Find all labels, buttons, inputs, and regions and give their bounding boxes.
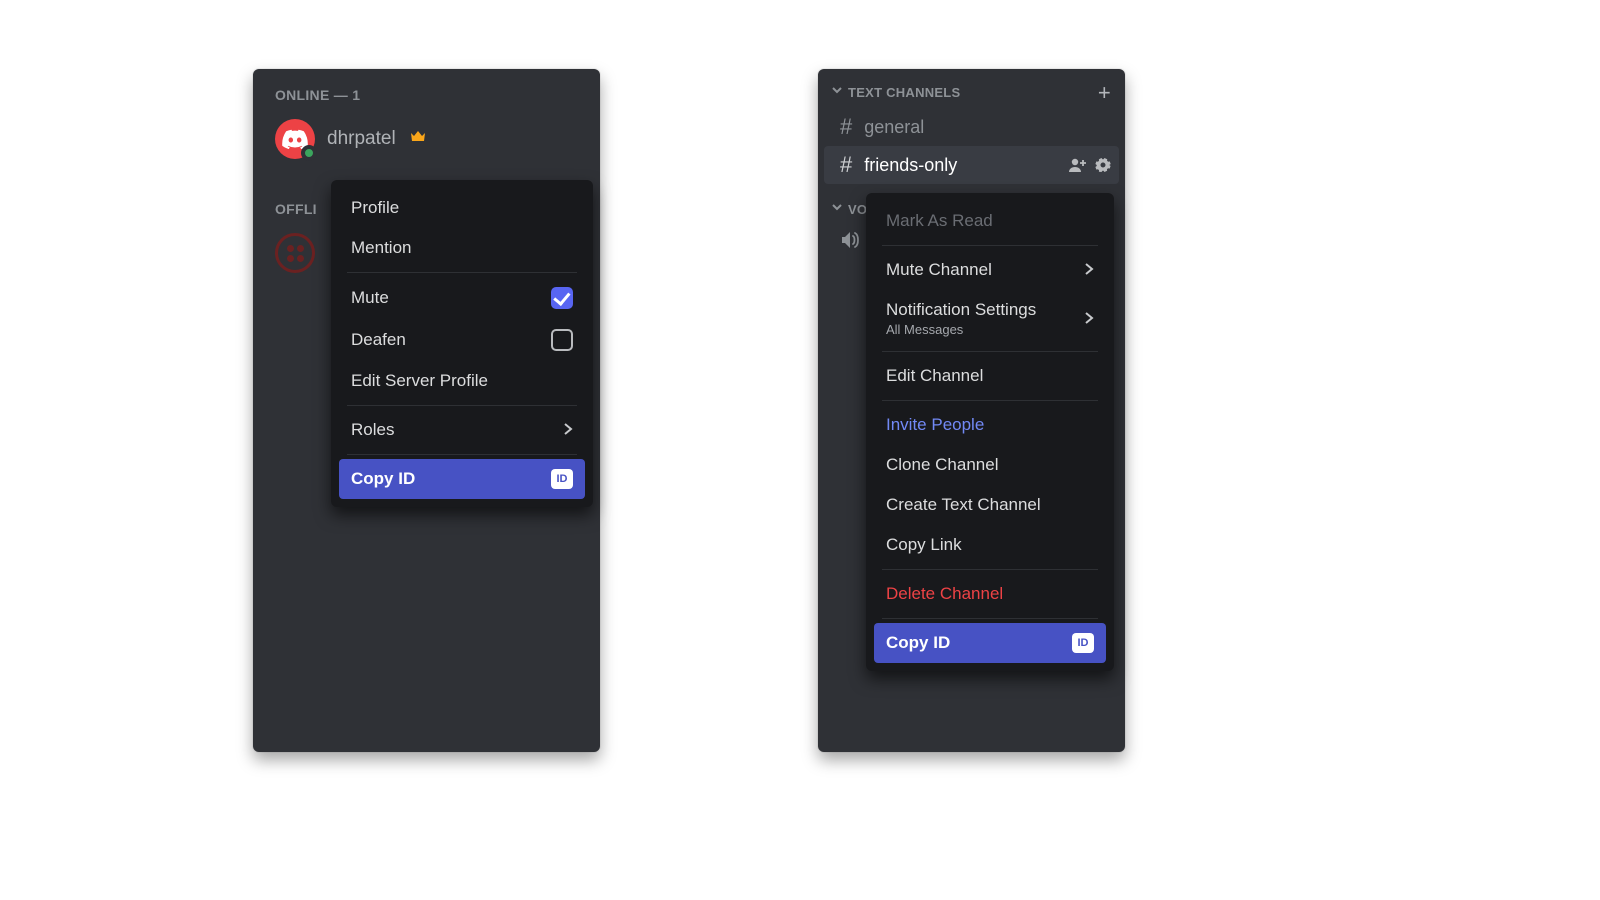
menu-edit-server-profile-label: Edit Server Profile (351, 371, 488, 391)
menu-copy-id-label: Copy ID (351, 469, 415, 489)
menu-copy-id-label: Copy ID (886, 633, 950, 653)
menu-notification-settings[interactable]: Notification Settings All Messages (874, 290, 1106, 347)
online-section-header: ONLINE — 1 (253, 87, 600, 113)
menu-profile-label: Profile (351, 198, 399, 218)
menu-separator (347, 405, 577, 406)
menu-mute[interactable]: Mute (339, 277, 585, 319)
user-context-menu: Profile Mention Mute Deafen Edit Server … (331, 180, 593, 507)
channel-friends-only[interactable]: # friends-only (824, 146, 1119, 184)
server-owner-crown-icon (410, 130, 426, 149)
chevron-down-icon (832, 204, 842, 215)
menu-invite-people-label: Invite People (886, 415, 984, 435)
create-channel-plus-icon[interactable]: + (1098, 86, 1111, 100)
chevron-right-icon (1084, 311, 1094, 327)
menu-separator (882, 400, 1098, 401)
channel-context-menu: Mark As Read Mute Channel Notification S… (866, 193, 1114, 671)
menu-invite-people[interactable]: Invite People (874, 405, 1106, 445)
online-status-icon (301, 145, 317, 161)
menu-roles[interactable]: Roles (339, 410, 585, 450)
avatar-offline-icon (275, 233, 315, 273)
menu-mention-label: Mention (351, 238, 411, 258)
chevron-right-icon (563, 422, 573, 438)
menu-edit-channel-label: Edit Channel (886, 366, 983, 386)
menu-copy-link-label: Copy Link (886, 535, 962, 555)
menu-separator (882, 618, 1098, 619)
menu-delete-channel-label: Delete Channel (886, 584, 1003, 604)
menu-mark-as-read: Mark As Read (874, 201, 1106, 241)
menu-mention[interactable]: Mention (339, 228, 585, 268)
menu-copy-link[interactable]: Copy Link (874, 525, 1106, 565)
menu-copy-id[interactable]: Copy ID ID (874, 623, 1106, 663)
id-badge-icon: ID (551, 469, 573, 489)
menu-separator (882, 569, 1098, 570)
menu-edit-channel[interactable]: Edit Channel (874, 356, 1106, 396)
menu-copy-id[interactable]: Copy ID ID (339, 459, 585, 499)
speaker-icon (840, 231, 860, 254)
menu-mute-label: Mute (351, 288, 389, 308)
chevron-down-icon (832, 87, 842, 98)
checkbox-unchecked-icon[interactable] (551, 329, 573, 351)
menu-roles-label: Roles (351, 420, 394, 440)
hash-icon: # (840, 114, 852, 140)
checkbox-checked-icon[interactable] (551, 287, 573, 309)
hash-icon: # (840, 152, 852, 178)
menu-create-text-channel[interactable]: Create Text Channel (874, 485, 1106, 525)
menu-clone-channel[interactable]: Clone Channel (874, 445, 1106, 485)
menu-clone-channel-label: Clone Channel (886, 455, 998, 475)
menu-mute-channel-label: Mute Channel (886, 260, 992, 280)
channel-name: general (864, 117, 924, 138)
menu-deafen-label: Deafen (351, 330, 406, 350)
channel-general[interactable]: # general (818, 108, 1125, 146)
channel-name: friends-only (864, 155, 957, 176)
menu-mark-as-read-label: Mark As Read (886, 211, 993, 231)
id-badge-icon: ID (1072, 633, 1094, 653)
text-channels-label: TEXT CHANNELS (848, 85, 960, 100)
avatar (275, 233, 315, 273)
menu-separator (347, 454, 577, 455)
member-username: dhrpatel (327, 128, 396, 150)
menu-profile[interactable]: Profile (339, 188, 585, 228)
text-channels-category[interactable]: TEXT CHANNELS + (818, 69, 1125, 108)
gear-icon[interactable] (1095, 157, 1111, 173)
menu-separator (882, 351, 1098, 352)
member-row[interactable]: dhrpatel (253, 113, 600, 165)
menu-notification-settings-label: Notification Settings (886, 300, 1036, 320)
menu-deafen[interactable]: Deafen (339, 319, 585, 361)
chevron-right-icon (1084, 262, 1094, 278)
menu-delete-channel[interactable]: Delete Channel (874, 574, 1106, 614)
menu-edit-server-profile[interactable]: Edit Server Profile (339, 361, 585, 401)
menu-create-text-channel-label: Create Text Channel (886, 495, 1041, 515)
menu-separator (347, 272, 577, 273)
menu-mute-channel[interactable]: Mute Channel (874, 250, 1106, 290)
notification-settings-sub: All Messages (886, 322, 1036, 337)
menu-separator (882, 245, 1098, 246)
avatar (275, 119, 315, 159)
create-invite-icon[interactable] (1069, 157, 1087, 173)
